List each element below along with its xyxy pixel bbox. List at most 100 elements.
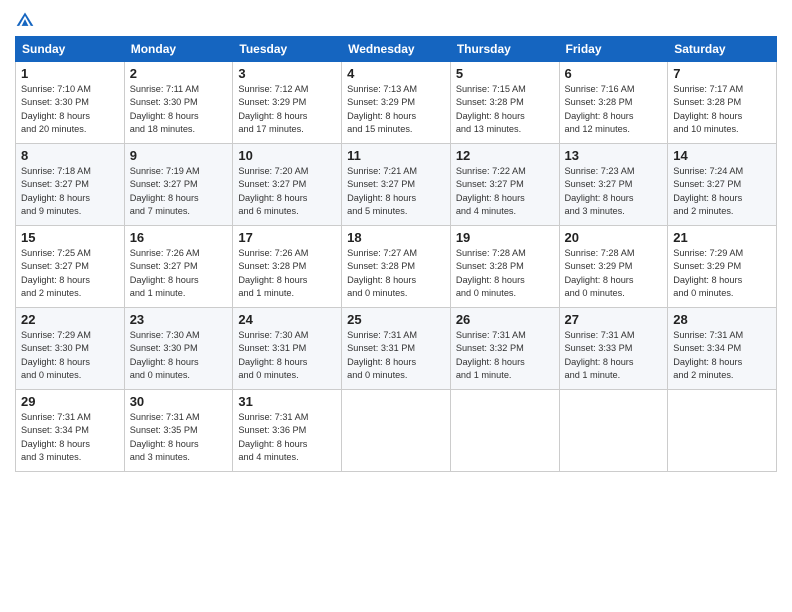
day-info: Sunrise: 7:31 AMSunset: 3:36 PMDaylight:… [238, 411, 336, 464]
day-info: Sunrise: 7:21 AMSunset: 3:27 PMDaylight:… [347, 165, 445, 218]
logo [15, 10, 39, 30]
calendar-cell: 15 Sunrise: 7:25 AMSunset: 3:27 PMDayligh… [16, 226, 125, 308]
day-number: 1 [21, 66, 119, 81]
day-info: Sunrise: 7:19 AMSunset: 3:27 PMDaylight:… [130, 165, 228, 218]
day-info: Sunrise: 7:16 AMSunset: 3:28 PMDaylight:… [565, 83, 663, 136]
calendar-cell: 17 Sunrise: 7:26 AMSunset: 3:28 PMDayligh… [233, 226, 342, 308]
day-info: Sunrise: 7:18 AMSunset: 3:27 PMDaylight:… [21, 165, 119, 218]
logo-icon [15, 10, 35, 30]
day-number: 3 [238, 66, 336, 81]
day-number: 17 [238, 230, 336, 245]
calendar-cell: 2 Sunrise: 7:11 AMSunset: 3:30 PMDaylight… [124, 62, 233, 144]
day-number: 6 [565, 66, 663, 81]
calendar-header-row: SundayMondayTuesdayWednesdayThursdayFrid… [16, 37, 777, 62]
calendar-cell: 3 Sunrise: 7:12 AMSunset: 3:29 PMDaylight… [233, 62, 342, 144]
weekday-header-saturday: Saturday [668, 37, 777, 62]
calendar-cell: 8 Sunrise: 7:18 AMSunset: 3:27 PMDaylight… [16, 144, 125, 226]
day-number: 9 [130, 148, 228, 163]
day-number: 18 [347, 230, 445, 245]
day-number: 11 [347, 148, 445, 163]
day-number: 27 [565, 312, 663, 327]
calendar-cell: 11 Sunrise: 7:21 AMSunset: 3:27 PMDayligh… [342, 144, 451, 226]
calendar-week-5: 29 Sunrise: 7:31 AMSunset: 3:34 PMDayligh… [16, 390, 777, 472]
calendar-week-2: 8 Sunrise: 7:18 AMSunset: 3:27 PMDaylight… [16, 144, 777, 226]
day-info: Sunrise: 7:29 AMSunset: 3:30 PMDaylight:… [21, 329, 119, 382]
weekday-header-monday: Monday [124, 37, 233, 62]
weekday-header-wednesday: Wednesday [342, 37, 451, 62]
day-info: Sunrise: 7:29 AMSunset: 3:29 PMDaylight:… [673, 247, 771, 300]
calendar-cell: 16 Sunrise: 7:26 AMSunset: 3:27 PMDayligh… [124, 226, 233, 308]
day-info: Sunrise: 7:13 AMSunset: 3:29 PMDaylight:… [347, 83, 445, 136]
day-info: Sunrise: 7:28 AMSunset: 3:28 PMDaylight:… [456, 247, 554, 300]
calendar-week-3: 15 Sunrise: 7:25 AMSunset: 3:27 PMDayligh… [16, 226, 777, 308]
weekday-header-tuesday: Tuesday [233, 37, 342, 62]
calendar-cell: 6 Sunrise: 7:16 AMSunset: 3:28 PMDaylight… [559, 62, 668, 144]
header [15, 10, 777, 30]
weekday-header-sunday: Sunday [16, 37, 125, 62]
calendar-cell: 23 Sunrise: 7:30 AMSunset: 3:30 PMDayligh… [124, 308, 233, 390]
calendar-cell: 4 Sunrise: 7:13 AMSunset: 3:29 PMDaylight… [342, 62, 451, 144]
day-info: Sunrise: 7:22 AMSunset: 3:27 PMDaylight:… [456, 165, 554, 218]
day-number: 25 [347, 312, 445, 327]
day-info: Sunrise: 7:20 AMSunset: 3:27 PMDaylight:… [238, 165, 336, 218]
page: SundayMondayTuesdayWednesdayThursdayFrid… [0, 0, 792, 612]
day-number: 20 [565, 230, 663, 245]
day-info: Sunrise: 7:26 AMSunset: 3:27 PMDaylight:… [130, 247, 228, 300]
weekday-header-friday: Friday [559, 37, 668, 62]
day-number: 30 [130, 394, 228, 409]
day-info: Sunrise: 7:12 AMSunset: 3:29 PMDaylight:… [238, 83, 336, 136]
calendar-cell [342, 390, 451, 472]
day-number: 8 [21, 148, 119, 163]
calendar-week-4: 22 Sunrise: 7:29 AMSunset: 3:30 PMDayligh… [16, 308, 777, 390]
calendar-cell: 18Sunrise: 7:27 AMSunset: 3:28 PMDayligh… [342, 226, 451, 308]
day-number: 21 [673, 230, 771, 245]
calendar-cell: 7 Sunrise: 7:17 AMSunset: 3:28 PMDaylight… [668, 62, 777, 144]
day-info: Sunrise: 7:31 AMSunset: 3:33 PMDaylight:… [565, 329, 663, 382]
calendar-cell [668, 390, 777, 472]
calendar-cell: 25 Sunrise: 7:31 AMSunset: 3:31 PMDayligh… [342, 308, 451, 390]
day-info: Sunrise: 7:30 AMSunset: 3:30 PMDaylight:… [130, 329, 228, 382]
calendar-cell: 30Sunrise: 7:31 AMSunset: 3:35 PMDayligh… [124, 390, 233, 472]
day-info: Sunrise: 7:30 AMSunset: 3:31 PMDaylight:… [238, 329, 336, 382]
day-info: Sunrise: 7:10 AMSunset: 3:30 PMDaylight:… [21, 83, 119, 136]
day-info: Sunrise: 7:26 AMSunset: 3:28 PMDaylight:… [238, 247, 336, 300]
calendar-week-1: 1 Sunrise: 7:10 AMSunset: 3:30 PMDaylight… [16, 62, 777, 144]
calendar-cell: 26Sunrise: 7:31 AMSunset: 3:32 PMDayligh… [450, 308, 559, 390]
day-info: Sunrise: 7:31 AMSunset: 3:32 PMDaylight:… [456, 329, 554, 382]
day-number: 13 [565, 148, 663, 163]
calendar-cell: 29 Sunrise: 7:31 AMSunset: 3:34 PMDayligh… [16, 390, 125, 472]
day-info: Sunrise: 7:31 AMSunset: 3:34 PMDaylight:… [21, 411, 119, 464]
day-number: 15 [21, 230, 119, 245]
day-info: Sunrise: 7:15 AMSunset: 3:28 PMDaylight:… [456, 83, 554, 136]
day-number: 16 [130, 230, 228, 245]
day-info: Sunrise: 7:25 AMSunset: 3:27 PMDaylight:… [21, 247, 119, 300]
weekday-header-thursday: Thursday [450, 37, 559, 62]
day-info: Sunrise: 7:28 AMSunset: 3:29 PMDaylight:… [565, 247, 663, 300]
day-number: 29 [21, 394, 119, 409]
day-number: 22 [21, 312, 119, 327]
calendar-cell: 31 Sunrise: 7:31 AMSunset: 3:36 PMDayligh… [233, 390, 342, 472]
calendar-cell: 20 Sunrise: 7:28 AMSunset: 3:29 PMDayligh… [559, 226, 668, 308]
day-number: 2 [130, 66, 228, 81]
calendar-cell: 21 Sunrise: 7:29 AMSunset: 3:29 PMDayligh… [668, 226, 777, 308]
day-info: Sunrise: 7:11 AMSunset: 3:30 PMDaylight:… [130, 83, 228, 136]
day-info: Sunrise: 7:31 AMSunset: 3:31 PMDaylight:… [347, 329, 445, 382]
calendar-cell: 12Sunrise: 7:22 AMSunset: 3:27 PMDayligh… [450, 144, 559, 226]
day-info: Sunrise: 7:24 AMSunset: 3:27 PMDaylight:… [673, 165, 771, 218]
day-number: 7 [673, 66, 771, 81]
day-info: Sunrise: 7:23 AMSunset: 3:27 PMDaylight:… [565, 165, 663, 218]
day-number: 31 [238, 394, 336, 409]
day-info: Sunrise: 7:17 AMSunset: 3:28 PMDaylight:… [673, 83, 771, 136]
calendar-cell: 13 Sunrise: 7:23 AMSunset: 3:27 PMDayligh… [559, 144, 668, 226]
day-number: 4 [347, 66, 445, 81]
calendar-cell: 1 Sunrise: 7:10 AMSunset: 3:30 PMDaylight… [16, 62, 125, 144]
day-number: 28 [673, 312, 771, 327]
calendar-table: SundayMondayTuesdayWednesdayThursdayFrid… [15, 36, 777, 472]
calendar-cell: 27 Sunrise: 7:31 AMSunset: 3:33 PMDayligh… [559, 308, 668, 390]
day-number: 23 [130, 312, 228, 327]
calendar-cell: 24Sunrise: 7:30 AMSunset: 3:31 PMDayligh… [233, 308, 342, 390]
calendar-cell: 5Sunrise: 7:15 AMSunset: 3:28 PMDaylight… [450, 62, 559, 144]
calendar-cell: 28Sunrise: 7:31 AMSunset: 3:34 PMDayligh… [668, 308, 777, 390]
calendar-cell: 19Sunrise: 7:28 AMSunset: 3:28 PMDayligh… [450, 226, 559, 308]
calendar-cell: 14Sunrise: 7:24 AMSunset: 3:27 PMDayligh… [668, 144, 777, 226]
